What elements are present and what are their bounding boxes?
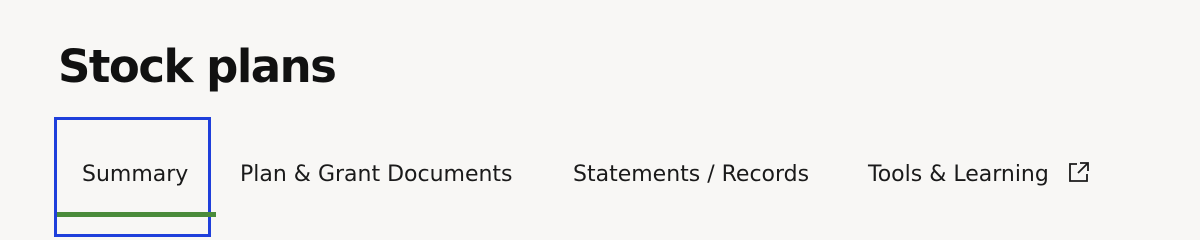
tab-label: Statements / Records xyxy=(573,162,810,187)
page-title: Stock plans xyxy=(58,40,337,93)
tab-label: Tools & Learning xyxy=(868,162,1049,187)
tab-tools-learning[interactable]: Tools & Learning xyxy=(868,150,1092,214)
tab-plan-grant-documents[interactable]: Plan & Grant Documents xyxy=(240,150,513,214)
tab-statements-records[interactable]: Statements / Records xyxy=(573,150,809,214)
tab-label: Plan & Grant Documents xyxy=(240,162,513,187)
tab-label: Summary xyxy=(82,162,189,187)
page: Stock plans Summary Plan & Grant Documen… xyxy=(0,0,1200,240)
tab-summary[interactable]: Summary xyxy=(82,150,188,214)
external-link-icon xyxy=(1068,162,1089,182)
tab-bar: Summary Plan & Grant Documents Statement… xyxy=(0,150,1200,240)
active-tab-indicator xyxy=(57,212,216,217)
